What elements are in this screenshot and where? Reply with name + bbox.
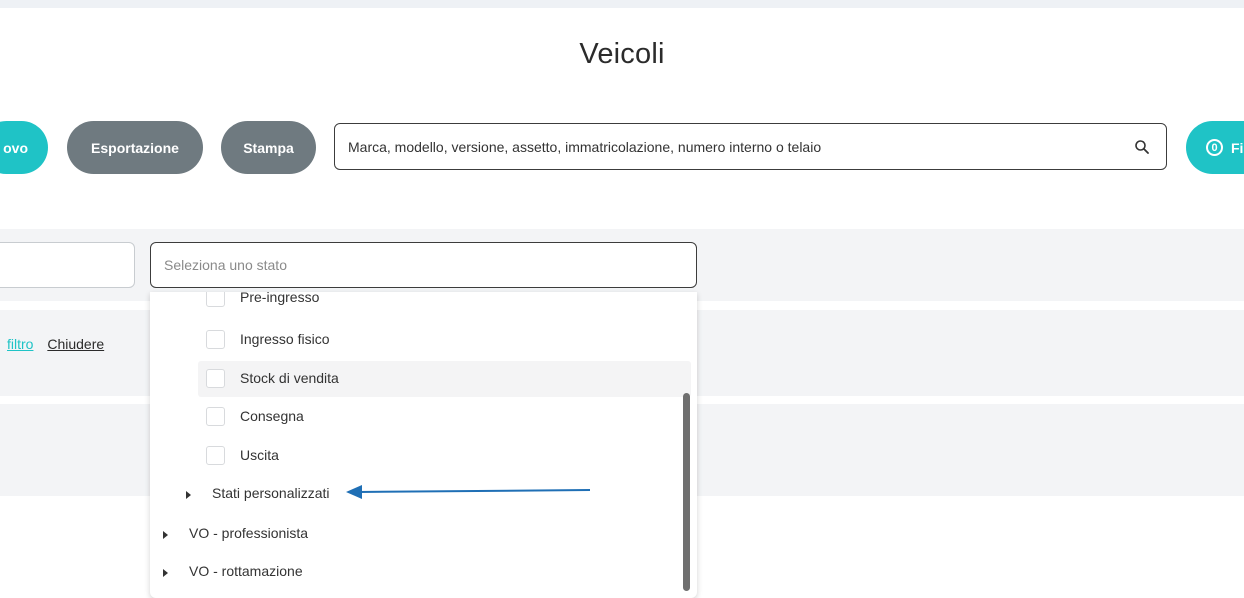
status-option-uscita[interactable]: Uscita (150, 438, 691, 474)
filters-button-label: Fi (1231, 139, 1244, 156)
search-icon[interactable] (1134, 139, 1150, 155)
dropdown-scrollbar[interactable] (683, 393, 690, 591)
checkbox[interactable] (206, 446, 225, 465)
filters-button[interactable]: 0 Fi (1186, 121, 1244, 174)
status-select[interactable] (150, 242, 697, 288)
filter-link[interactable]: filtro (7, 336, 33, 352)
checkbox[interactable] (206, 407, 225, 426)
print-button[interactable]: Stampa (221, 121, 316, 174)
print-button-label: Stampa (243, 139, 294, 156)
filter-actions: filtro Chiudere (7, 336, 104, 352)
page-title: Veicoli (579, 38, 665, 70)
status-option-label: Consegna (240, 408, 304, 424)
caret-right-icon[interactable] (163, 569, 168, 577)
caret-right-icon[interactable] (186, 491, 191, 499)
group-label: VO - professionista (189, 525, 309, 541)
status-option-label: Pre-ingresso (240, 292, 320, 305)
new-button-label: ovo (3, 139, 28, 156)
caret-right-icon[interactable] (163, 531, 168, 539)
status-option-consegna[interactable]: Consegna (150, 399, 691, 435)
export-button[interactable]: Esportazione (67, 121, 203, 174)
filter-text-field[interactable] (0, 242, 135, 288)
checkbox[interactable] (206, 292, 225, 307)
vehicle-search-input[interactable] (348, 124, 1108, 169)
group-label: Stati personalizzati (212, 485, 330, 501)
checkbox[interactable] (206, 330, 225, 349)
annotation-arrow-icon (346, 485, 591, 499)
status-select-input[interactable] (164, 243, 664, 287)
group-label: VO - rottamazione (189, 563, 303, 579)
export-button-label: Esportazione (91, 139, 179, 156)
close-link[interactable]: Chiudere (47, 336, 104, 352)
status-option-label: Ingresso fisico (240, 331, 330, 347)
status-dropdown-list: Pre-ingresso Ingresso fisico Stock di ve… (150, 292, 697, 598)
status-option-label: Stock di vendita (240, 370, 339, 386)
vehicle-search-box (334, 123, 1167, 170)
checkbox[interactable] (206, 369, 225, 388)
status-option-ingresso-fisico[interactable]: Ingresso fisico (150, 322, 691, 358)
status-option-label: Uscita (240, 447, 279, 463)
status-option-stock-di-vendita[interactable]: Stock di vendita (198, 361, 691, 397)
status-option-pre-ingresso[interactable]: Pre-ingresso (150, 292, 691, 316)
top-strip (0, 0, 1244, 8)
new-button[interactable]: ovo (0, 121, 48, 174)
filter-count-badge: 0 (1206, 139, 1223, 156)
